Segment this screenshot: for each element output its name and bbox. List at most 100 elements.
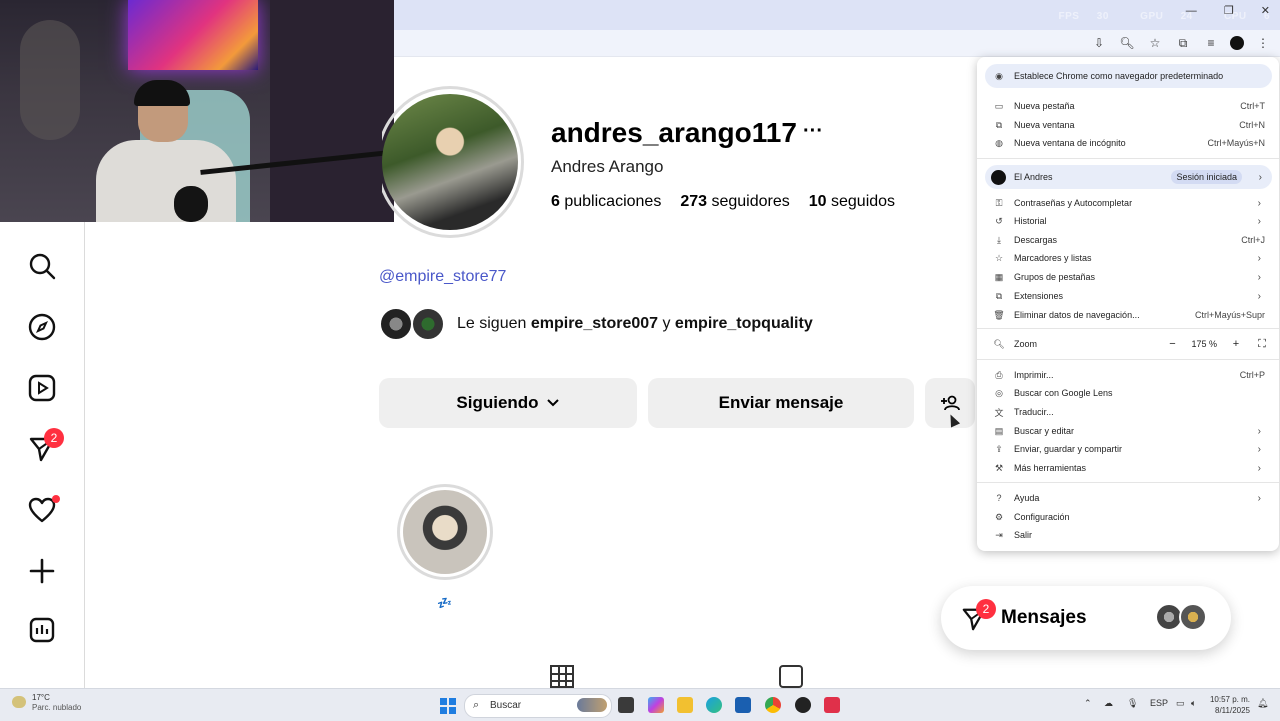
task-view-icon[interactable]: [618, 697, 634, 713]
menu-clear-data[interactable]: 🗑︎ Eliminar datos de navegación... Ctrl+Ma…: [977, 306, 1279, 324]
send-message-button[interactable]: Enviar mensaje: [648, 378, 914, 428]
windows-start-icon[interactable]: [440, 698, 456, 714]
profile-avatar[interactable]: [1230, 36, 1244, 50]
tools-icon: ⚒: [994, 462, 1004, 473]
language-indicator[interactable]: ESP: [1150, 698, 1168, 708]
profile-full-name: Andres Arango: [551, 157, 664, 176]
webcam-overlay: [0, 0, 394, 222]
menu-history[interactable]: ↺ Historial ›: [977, 212, 1279, 230]
nav-create[interactable]: [26, 555, 58, 587]
search-highlight-image: [577, 698, 607, 712]
menu-item-label: Grupos de pestañas: [1014, 272, 1096, 282]
chrome-menu: ◉ Establece Chrome como navegador predet…: [977, 57, 1279, 551]
zoom-in-button[interactable]: +: [1229, 338, 1243, 350]
menu-item-label: Imprimir...: [1014, 370, 1054, 380]
settings-icon: ⚙: [994, 511, 1004, 522]
install-app-icon[interactable]: ⇩: [1090, 34, 1108, 52]
weather-widget[interactable]: 17°C Parc. nublado: [12, 693, 81, 713]
chrome-menu-icon[interactable]: ⋮: [1254, 34, 1272, 52]
messages-pill-label: Mensajes: [1001, 607, 1087, 628]
following-stat[interactable]: 10 seguidos: [809, 193, 895, 211]
extensions-icon[interactable]: ⧉: [1174, 34, 1192, 52]
menu-tab-groups[interactable]: ▦ Grupos de pestañas ›: [977, 268, 1279, 286]
microphone-icon[interactable]: 🎙︎: [1127, 698, 1138, 709]
find-icon: ▤: [994, 425, 1004, 436]
chevron-right-icon: ›: [1257, 425, 1261, 437]
search-icon: ⌕: [473, 699, 480, 711]
menu-bookmarks[interactable]: ☆ Marcadores y listas ›: [977, 249, 1279, 267]
store-icon[interactable]: [735, 697, 751, 713]
system-clock[interactable]: 10:57 p. m. 8/11/2025: [1210, 694, 1250, 716]
restore-icon[interactable]: ❐: [1224, 5, 1234, 17]
menu-item-label: Historial: [1014, 216, 1047, 226]
tiktok-icon[interactable]: [824, 697, 840, 713]
menu-new-tab[interactable]: ▭ Nueva pestaña Ctrl+T: [977, 97, 1279, 115]
menu-more-tools[interactable]: ⚒ Más herramientas ›: [977, 459, 1279, 477]
menu-banner-label: Establece Chrome como navegador predeter…: [1014, 71, 1224, 81]
menu-help[interactable]: ? Ayuda ›: [977, 489, 1279, 507]
menu-incognito[interactable]: ◍ Nueva ventana de incógnito Ctrl+Mayús+N: [977, 134, 1279, 152]
network-icon[interactable]: ▭: [1176, 698, 1185, 709]
minimize-icon[interactable]: —: [1186, 5, 1197, 17]
menu-zoom: 🔍︎ Zoom − 175 % + ⛶: [977, 335, 1279, 353]
share-icon: ⇪: [995, 443, 1003, 454]
profile-stats: 6 publicaciones 273 seguidores 10 seguid…: [551, 193, 895, 211]
more-options-icon[interactable]: ···: [803, 120, 823, 143]
tagged-tab-icon[interactable]: [779, 665, 803, 688]
tray-overflow-icon[interactable]: ⌃: [1084, 698, 1092, 709]
help-icon: ?: [996, 493, 1002, 503]
download-icon: ⤓: [997, 234, 1001, 245]
nav-dashboard[interactable]: [26, 614, 58, 646]
menu-item-label: Nueva ventana: [1014, 120, 1075, 130]
bookmark-star-icon[interactable]: ☆: [1146, 34, 1164, 52]
menu-find-edit[interactable]: ▤ Buscar y editar ›: [977, 422, 1279, 440]
bio-link[interactable]: @empire_store77: [379, 268, 506, 286]
menu-settings[interactable]: ⚙ Configuración: [977, 508, 1279, 526]
menu-downloads[interactable]: ⤓ Descargas Ctrl+J: [977, 231, 1279, 249]
menu-set-default-browser[interactable]: ◉ Establece Chrome como navegador predet…: [985, 64, 1272, 88]
menu-passwords[interactable]: ⚿ Contraseñas y Autocompletar ›: [977, 194, 1279, 212]
nav-explore[interactable]: [26, 311, 58, 343]
menu-shortcut: Ctrl+Mayús+Supr: [1194, 310, 1265, 320]
fps-value: 30: [1096, 11, 1109, 22]
zoom-icon: 🔍︎: [993, 338, 1005, 349]
onedrive-icon[interactable]: ☁: [1104, 698, 1113, 709]
menu-extensions[interactable]: ⧉ Extensiones ›: [977, 287, 1279, 305]
chrome-taskbar-icon[interactable]: [765, 697, 781, 713]
close-icon[interactable]: ✕: [1261, 5, 1270, 17]
followers-stat[interactable]: 273 seguidores: [680, 193, 789, 211]
webcam-tv-screen: [128, 0, 258, 70]
webcam-streamer-body: [96, 140, 236, 222]
following-button[interactable]: Siguiendo: [379, 378, 637, 428]
fullscreen-icon[interactable]: ⛶: [1255, 338, 1269, 351]
menu-shortcut: Ctrl+P: [1239, 370, 1265, 380]
menu-translate[interactable]: 文 Traducir...: [977, 403, 1279, 421]
menu-profile[interactable]: El Andres Sesión iniciada ›: [985, 165, 1272, 189]
copilot-icon[interactable]: [648, 697, 664, 713]
nav-reels[interactable]: [26, 372, 58, 404]
obs-icon[interactable]: [795, 697, 811, 713]
nav-search[interactable]: [26, 250, 58, 282]
posts-grid-tab-icon[interactable]: [550, 665, 574, 688]
profile-avatar-large[interactable]: [382, 86, 526, 242]
volume-icon[interactable]: 🔈︎: [1191, 698, 1196, 709]
following-label: seguidos: [831, 193, 896, 210]
menu-new-window[interactable]: ⧉ Nueva ventana Ctrl+N: [977, 116, 1279, 134]
profile-status-badge: Sesión iniciada: [1171, 170, 1242, 184]
story-highlight[interactable]: [397, 484, 493, 580]
menu-exit[interactable]: ⇥ Salir: [977, 526, 1279, 544]
menu-divider: [977, 158, 1279, 159]
media-control-icon[interactable]: ≡: [1202, 34, 1220, 52]
zoom-out-button[interactable]: −: [1165, 338, 1179, 350]
menu-google-lens[interactable]: ◎ Buscar con Google Lens: [977, 384, 1279, 402]
notifications-icon[interactable]: 🔔︎: [1257, 698, 1268, 709]
menu-share[interactable]: ⇪ Enviar, guardar y compartir ›: [977, 440, 1279, 458]
messages-pill[interactable]: 2 Mensajes: [941, 586, 1231, 650]
file-explorer-icon[interactable]: [677, 697, 693, 713]
menu-print[interactable]: ⎙ Imprimir... Ctrl+P: [977, 366, 1279, 384]
taskbar-search[interactable]: ⌕ Buscar: [464, 694, 612, 718]
edge-icon[interactable]: [706, 697, 722, 713]
zoom-icon[interactable]: 🔍︎: [1118, 34, 1136, 52]
followed-by-row[interactable]: Le siguen empire_store007 y empire_topqu…: [379, 307, 813, 341]
menu-item-label: Configuración: [1014, 512, 1070, 522]
